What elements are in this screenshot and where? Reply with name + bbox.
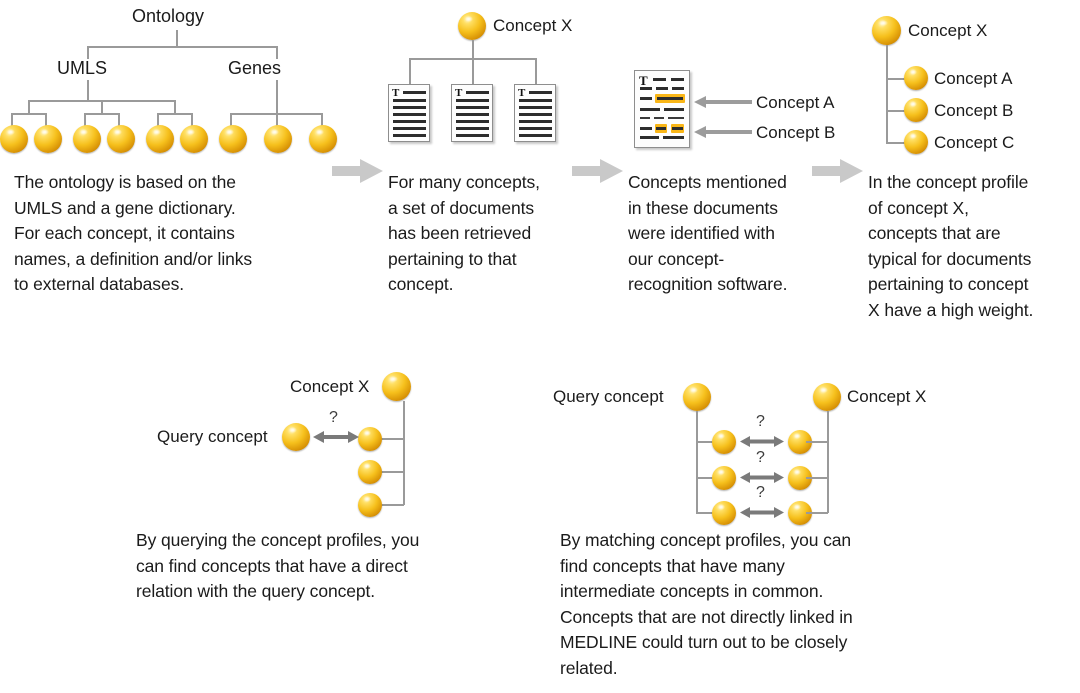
step-2-documents: Concept X T T T [380,0,630,160]
concept-sphere-icon [872,16,901,45]
concept-sphere-icon [358,427,382,451]
bidirectional-arrow-icon [740,506,784,519]
profile-root-label: Concept X [908,21,988,40]
annotated-document-icon: T [634,70,690,148]
document-title-glyph: T [518,87,526,99]
profile-child-label: Concept C [934,133,1015,152]
document-title-glyph: T [455,87,463,99]
concept-sphere-icon [712,466,736,490]
tree-branch-label-genes: Genes [228,58,282,78]
tree-connector [174,100,176,114]
step-1-ontology: Ontology UMLS Genes [0,0,337,160]
bottom-left-caption: By querying the concept profiles, you ca… [136,530,420,601]
profile-child-label: Concept B [934,101,1014,120]
tree-connector [403,401,405,505]
concept-sphere-icon [712,501,736,525]
document-title-glyph: T [639,73,648,88]
tree-connector [472,40,474,60]
document-icon: T [388,84,430,142]
tree-connector [101,100,103,114]
concept-sphere-icon [0,125,28,153]
tree-connector [87,80,89,101]
tree-connector [886,78,905,80]
relation-question-mark: ? [756,449,765,466]
concept-sphere-icon [813,383,841,411]
step-4-caption: In the concept profile of concept X, con… [868,172,1034,320]
document-icon: T [451,84,493,142]
tree-connector [806,441,828,443]
tree-connector [87,46,277,48]
step-4-concept-profile: Concept X Concept A Concept B Concept C [862,0,1080,165]
bottom-left-query-diagram: Concept X Query concept ? [150,365,440,520]
tree-branch-label-umls: UMLS [57,58,108,78]
relation-question-mark: ? [756,484,765,501]
tree-connector [886,45,888,143]
concept-sphere-icon [358,493,382,517]
tree-connector [28,100,30,114]
relation-question-mark: ? [756,413,765,430]
tree-root-label: Ontology [132,6,205,26]
tree-connector [696,411,698,513]
query-concept-label: Query concept [157,427,268,446]
concept-sphere-icon [73,125,101,153]
concept-sphere-icon [146,125,174,153]
bidirectional-arrow-icon [313,430,359,444]
step-3-caption: Concepts mentioned in these documents we… [628,172,788,294]
concept-sphere-icon [282,423,310,451]
document-title-glyph: T [392,87,400,99]
concept-x-label: Concept X [847,387,927,406]
concept-sphere-icon [219,125,247,153]
tree-connector [472,58,474,85]
concept-b-callout-label: Concept B [756,123,836,142]
concept-x-label: Concept X [290,377,370,396]
query-concept-label: Query concept [553,387,664,406]
tree-connector [886,110,905,112]
concept-x-label: Concept X [493,16,573,35]
step-arrow-2-icon [572,158,624,184]
concept-sphere-icon [358,460,382,484]
step-arrow-3-icon [812,158,864,184]
bidirectional-arrow-icon [740,471,784,484]
concept-sphere-icon [34,125,62,153]
concept-sphere-icon [712,430,736,454]
tree-connector [535,58,537,85]
profile-child-label: Concept A [934,69,1013,88]
concept-sphere-icon [683,383,711,411]
concept-sphere-icon [309,125,337,153]
diagram-canvas: Ontology UMLS Genes The ontology is base… [0,0,1080,693]
document-icon: T [514,84,556,142]
concept-a-callout-label: Concept A [756,93,835,112]
concept-sphere-icon [904,130,928,154]
step-3-concept-recognition: T Concept A Concept B [620,0,870,160]
step-arrow-1-icon [332,158,384,184]
step-2-caption: For many concepts, a set of documents ha… [388,172,540,294]
concept-a-callout-arrow-icon [694,95,752,109]
tree-connector [84,113,119,115]
tree-connector [276,80,278,113]
tree-connector [409,58,411,85]
concept-sphere-icon [107,125,135,153]
bottom-right-caption: By matching concept profiles, you can fi… [560,530,853,678]
concept-sphere-icon [458,12,486,40]
step-1-caption: The ontology is based on the UMLS and a … [14,172,253,294]
tree-connector [827,411,829,513]
relation-question-mark: ? [329,409,338,426]
bidirectional-arrow-icon [740,435,784,448]
concept-sphere-icon [264,125,292,153]
concept-sphere-icon [904,66,928,90]
tree-connector [806,512,828,514]
tree-connector [11,113,46,115]
concept-b-callout-arrow-icon [694,125,752,139]
concept-sphere-icon [904,98,928,122]
concept-sphere-icon [382,372,411,401]
tree-connector [157,113,192,115]
tree-connector [806,477,828,479]
tree-connector [176,30,178,47]
bottom-right-matching-diagram: Query concept Concept X ? ? ? [548,375,938,525]
tree-connector [886,142,905,144]
concept-sphere-icon [180,125,208,153]
